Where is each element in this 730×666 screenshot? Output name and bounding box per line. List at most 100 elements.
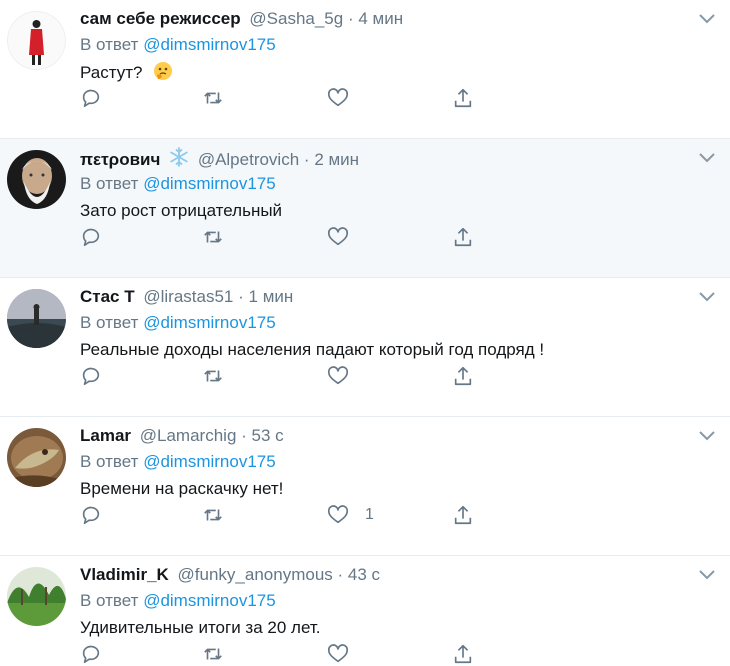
reply-mention-link[interactable]: @dimsmirnov175 (143, 313, 276, 332)
avatar[interactable] (7, 289, 66, 348)
thinking-face-icon (154, 62, 173, 80)
like-button[interactable] (327, 86, 365, 110)
separator: · (241, 426, 247, 445)
reply-prefix: В ответ (80, 35, 139, 54)
tweet-4[interactable]: Lamar @Lamarchig · 53 с В ответ @dimsmir… (0, 417, 730, 556)
retweet-button[interactable] (202, 225, 224, 249)
timestamp[interactable]: 43 с (348, 565, 380, 584)
display-name[interactable]: Lamar (80, 426, 131, 445)
tweet-actions (80, 225, 500, 249)
reply-icon (82, 89, 100, 108)
tweet-3[interactable]: Стас Т @lirastas51 · 1 мин В ответ @dims… (0, 278, 730, 417)
tweet-2[interactable]: πετροвич @Alpetrovich · 2 мин В ответ @d… (0, 139, 730, 278)
display-name[interactable]: Стас Т (80, 287, 135, 306)
user-handle[interactable]: @lirastas51 (143, 287, 233, 306)
display-name[interactable]: πετροвич (80, 150, 160, 169)
retweet-icon (204, 92, 222, 104)
reply-prefix: В ответ (80, 313, 139, 332)
snowflake-icon (170, 147, 188, 167)
tweet-text: Реальные доходы населения падают который… (80, 339, 544, 361)
user-handle[interactable]: @Alpetrovich (198, 150, 299, 169)
tweet-text: Растут? (80, 61, 173, 84)
timestamp[interactable]: 2 мин (314, 150, 359, 169)
reply-mention-link[interactable]: @dimsmirnov175 (143, 591, 276, 610)
reply-icon (82, 367, 100, 386)
chevron-down-icon[interactable] (698, 430, 716, 442)
share-icon (454, 505, 472, 525)
chevron-down-icon[interactable] (698, 13, 716, 25)
reply-mention-link[interactable]: @dimsmirnov175 (143, 174, 276, 193)
tweet-text-content: Реальные доходы населения падают который… (80, 340, 545, 359)
tweet-text-content: Удивительные итоги за 20 лет. (80, 618, 321, 637)
chevron-down-icon[interactable] (698, 152, 716, 164)
separator: · (347, 9, 354, 28)
user-handle[interactable]: @funky_anonymous (178, 565, 333, 584)
tweet-text-content: Растут? (80, 63, 143, 82)
tweet-text: Зато рост отрицательный (80, 200, 282, 222)
tweet-actions (80, 364, 500, 388)
retweet-button[interactable] (202, 86, 224, 110)
like-button[interactable]: 1 (327, 503, 374, 527)
reply-context: В ответ @dimsmirnov175 (80, 312, 276, 334)
reply-context: В ответ @dimsmirnov175 (80, 173, 276, 195)
user-handle[interactable]: @Sasha_5g (249, 9, 343, 28)
reply-button[interactable] (80, 225, 102, 249)
share-icon (454, 366, 472, 386)
timestamp[interactable]: 4 мин (358, 9, 403, 28)
avatar[interactable] (7, 567, 66, 626)
tweet-text-content: Зато рост отрицательный (80, 201, 283, 220)
user-handle[interactable]: @Lamarchig (140, 426, 237, 445)
reply-context: В ответ @dimsmirnov175 (80, 451, 276, 473)
timestamp[interactable]: 53 с (252, 426, 284, 445)
reply-prefix: В ответ (80, 452, 139, 471)
tweet-actions: 1 (80, 503, 500, 527)
avatar[interactable] (7, 11, 66, 70)
avatar[interactable] (7, 150, 66, 209)
display-name[interactable]: сам себе режиссер (80, 9, 241, 28)
share-button[interactable] (452, 642, 474, 666)
tweet-text: Удивительные итоги за 20 лет. (80, 617, 320, 639)
heart-icon (328, 366, 348, 385)
tweet-text-content: Времени на раскачку нет! (80, 479, 284, 498)
retweet-button[interactable] (202, 642, 224, 666)
separator: · (238, 287, 244, 306)
reply-icon (82, 506, 100, 525)
share-button[interactable] (452, 503, 474, 527)
chevron-down-icon[interactable] (698, 569, 716, 581)
retweet-icon (204, 648, 222, 660)
share-button[interactable] (452, 225, 474, 249)
reply-prefix: В ответ (80, 591, 139, 610)
share-icon (454, 644, 472, 664)
like-count: 1 (365, 506, 374, 523)
reply-button[interactable] (80, 86, 102, 110)
retweet-icon (204, 370, 222, 382)
tweet-text: Времени на раскачку нет! (80, 478, 283, 500)
reply-context: В ответ @dimsmirnov175 (80, 590, 276, 612)
like-button[interactable] (327, 364, 365, 388)
retweet-button[interactable] (202, 364, 224, 388)
share-icon (454, 88, 472, 108)
reply-button[interactable] (80, 642, 102, 666)
tweet-5[interactable]: Vladimir_K @funky_anonymous · 43 с В отв… (0, 556, 730, 664)
heart-icon (328, 227, 348, 246)
like-button[interactable] (327, 225, 365, 249)
tweet-actions (80, 642, 500, 666)
heart-icon (328, 505, 348, 524)
display-name[interactable]: Vladimir_K (80, 565, 169, 584)
chevron-down-icon[interactable] (698, 291, 716, 303)
like-button[interactable] (327, 642, 365, 666)
separator: · (337, 565, 344, 584)
avatar[interactable] (7, 428, 66, 487)
tweet-1[interactable]: сам себе режиссер @Sasha_5g · 4 мин В от… (0, 0, 730, 139)
reply-button[interactable] (80, 503, 102, 527)
reply-icon (82, 228, 100, 247)
heart-icon (328, 88, 348, 107)
share-icon (454, 227, 472, 247)
share-button[interactable] (452, 364, 474, 388)
reply-mention-link[interactable]: @dimsmirnov175 (143, 452, 276, 471)
timestamp[interactable]: 1 мин (249, 287, 294, 306)
reply-button[interactable] (80, 364, 102, 388)
share-button[interactable] (452, 86, 474, 110)
retweet-button[interactable] (202, 503, 224, 527)
reply-mention-link[interactable]: @dimsmirnov175 (143, 35, 276, 54)
